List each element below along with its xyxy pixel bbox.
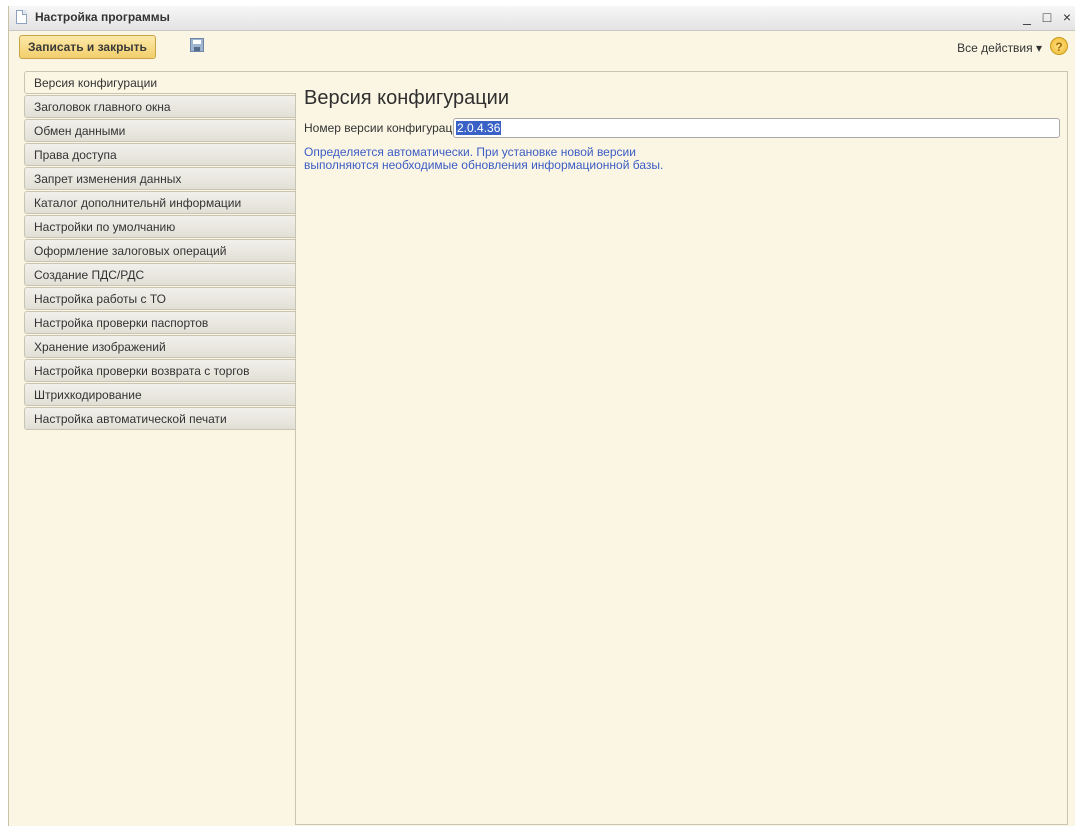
nav-item-create-pds-rds[interactable]: Создание ПДС/РДС: [24, 263, 295, 286]
help-icon[interactable]: ?: [1050, 37, 1068, 55]
version-hint: Определяется автоматически. При установк…: [304, 146, 724, 172]
nav-item-additional-info-catalog[interactable]: Каталог дополнительнй информации: [24, 191, 295, 214]
nav-item-pledge-operations[interactable]: Оформление залоговых операций: [24, 239, 295, 262]
toolbar: Записать и закрыть Все действия ▾ ?: [9, 31, 1075, 65]
nav-item-data-exchange[interactable]: Обмен данными: [24, 119, 295, 142]
nav-item-main-window-title[interactable]: Заголовок главного окна: [24, 95, 295, 118]
nav-item-access-rights[interactable]: Права доступа: [24, 143, 295, 166]
hint-line-2: выполняются необходимые обновления инфор…: [304, 158, 664, 172]
floppy-disk-icon[interactable]: [190, 38, 204, 52]
nav-item-barcoding[interactable]: Штрихкодирование: [24, 383, 295, 406]
nav-item-image-storage[interactable]: Хранение изображений: [24, 335, 295, 358]
save-and-close-button[interactable]: Записать и закрыть: [19, 35, 156, 59]
content-panel: Версия конфигурации Номер версии конфигу…: [295, 71, 1068, 825]
nav-item-config-version[interactable]: Версия конфигурации: [24, 71, 296, 94]
title-bar: Настройка программы _ □ ×: [9, 6, 1075, 31]
nav-item-default-settings[interactable]: Настройки по умолчанию: [24, 215, 295, 238]
version-field-row: Номер версии конфигурации: 2.0.4.36: [304, 118, 1060, 138]
window-title: Настройка программы: [35, 10, 170, 24]
nav-item-passport-check[interactable]: Настройка проверки паспортов: [24, 311, 295, 334]
document-icon: [16, 10, 27, 24]
close-button[interactable]: ×: [1058, 8, 1075, 26]
nav-item-auction-return-check[interactable]: Настройка проверки возврата с торгов: [24, 359, 295, 382]
version-label: Номер версии конфигурации:: [304, 121, 470, 135]
nav-item-auto-print[interactable]: Настройка автоматической печати: [24, 407, 295, 430]
maximize-button[interactable]: □: [1038, 8, 1056, 26]
settings-window: Настройка программы _ □ × Записать и зак…: [8, 6, 1075, 826]
nav-item-data-change-ban[interactable]: Запрет изменения данных: [24, 167, 295, 190]
minimize-button[interactable]: _: [1018, 8, 1036, 26]
all-actions-menu[interactable]: Все действия ▾: [957, 41, 1042, 55]
page-title: Версия конфигурации: [304, 87, 510, 109]
nav-item-to-settings[interactable]: Настройка работы с ТО: [24, 287, 295, 310]
version-input[interactable]: 2.0.4.36: [453, 118, 1060, 138]
settings-nav: Версия конфигурации Заголовок главного о…: [24, 71, 296, 431]
version-value: 2.0.4.36: [456, 121, 502, 135]
